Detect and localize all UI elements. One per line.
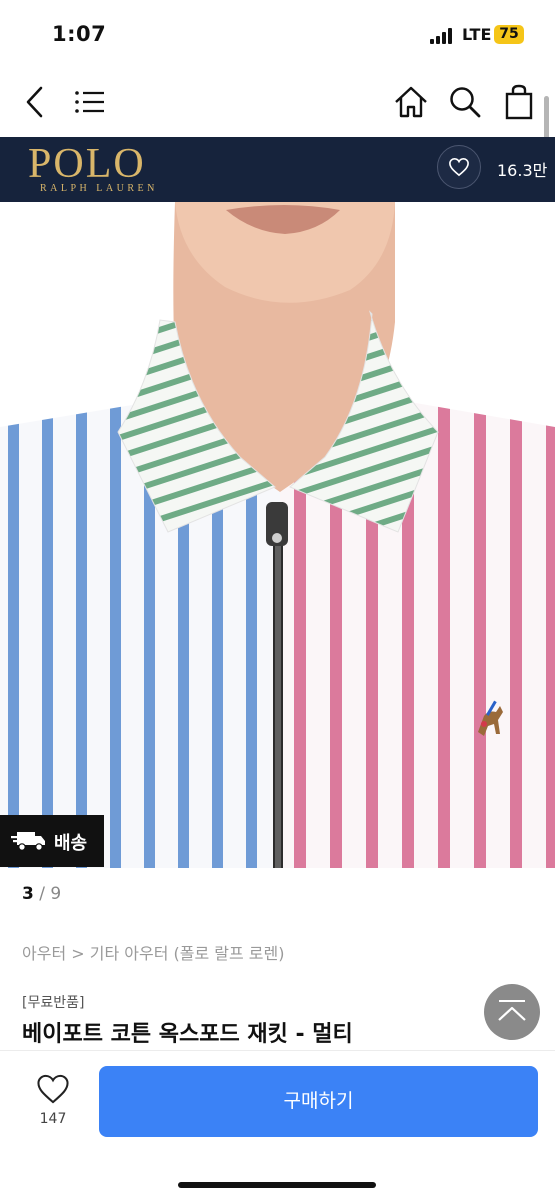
heart-icon (449, 157, 469, 177)
buy-button[interactable]: 구매하기 (99, 1066, 538, 1137)
pager-total: 9 (50, 884, 62, 904)
pager-separator: / (39, 884, 45, 904)
pager-current: 3 (22, 884, 34, 904)
wish-button[interactable]: 147 (30, 1073, 76, 1127)
home-icon[interactable] (391, 82, 431, 122)
home-indicator (178, 1182, 376, 1188)
delivery-label: 배송 (54, 833, 88, 854)
delivery-badge: 배송 (0, 815, 104, 867)
back-icon[interactable] (16, 82, 56, 122)
navigation-bar (0, 70, 555, 136)
brand-logo-main: POLO (28, 141, 146, 187)
menu-icon[interactable] (70, 82, 110, 122)
wish-count: 147 (39, 1111, 67, 1127)
scroll-top-button[interactable] (484, 984, 540, 1040)
image-pager: 3 / 9 (22, 884, 61, 904)
bottom-action-bar: 147 구매하기 (0, 1050, 555, 1201)
free-return-tag: [무료반품] (22, 995, 85, 1011)
search-icon[interactable] (445, 82, 485, 122)
delivery-truck-icon (11, 832, 45, 851)
brand-like-button[interactable] (437, 145, 481, 189)
brand-banner[interactable]: POLO RALPH LAUREN 16.3만 (0, 137, 555, 202)
shopping-bag-icon[interactable] (499, 82, 539, 122)
status-bar: 1:07 LTE 75 (0, 0, 555, 70)
scrollbar[interactable] (544, 96, 549, 140)
brand-logo[interactable]: POLO RALPH LAUREN (28, 141, 158, 194)
product-image[interactable] (0, 202, 555, 868)
network-label: LTE (462, 25, 492, 44)
signal-icon (430, 28, 456, 44)
heart-icon (37, 1074, 69, 1104)
battery-icon: 75 (494, 25, 524, 44)
status-time: 1:07 (52, 22, 107, 46)
product-title: 베이포트 코튼 옥스포드 재킷 - 멀티 (22, 1022, 353, 1047)
brand-like-count: 16.3만 (497, 161, 548, 180)
scroll-top-icon (498, 1000, 526, 1021)
breadcrumb[interactable]: 아우터 > 기타 아우터 (폴로 랄프 로렌) (22, 940, 285, 964)
product-photo-illustration (0, 202, 555, 868)
brand-logo-sub: RALPH LAUREN (40, 183, 158, 194)
